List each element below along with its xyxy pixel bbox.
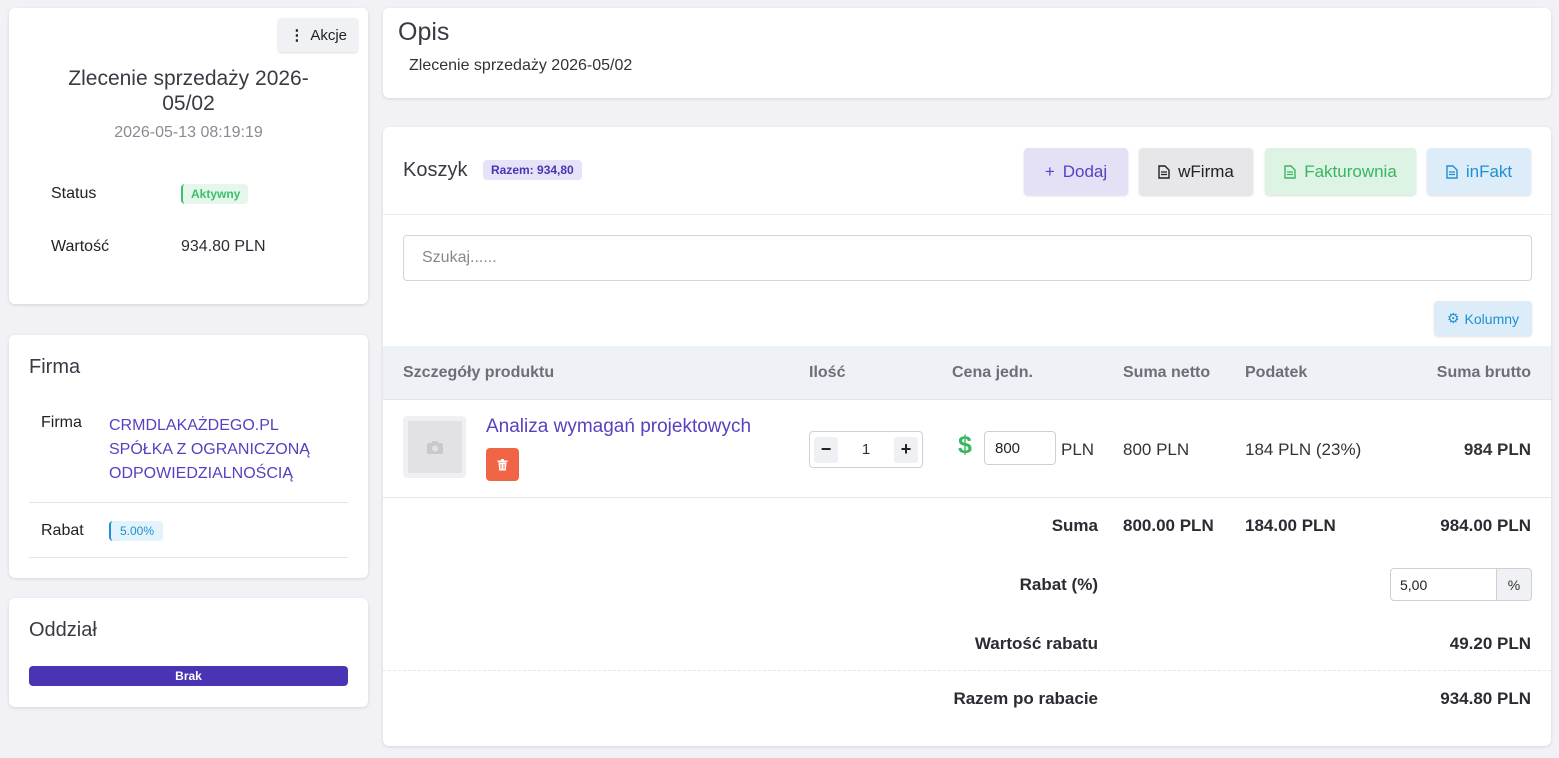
column-header-gross: Suma brutto — [1436, 364, 1531, 381]
discount-row: Rabat 5.00% — [29, 521, 348, 541]
item-net: 800 PLN — [1123, 440, 1190, 459]
value-row: Wartość 934.80 PLN — [51, 238, 266, 256]
fakturownia-button[interactable]: Fakturownia — [1265, 148, 1416, 195]
column-header-tax: Podatek — [1245, 364, 1308, 381]
discount-percent-input[interactable] — [1390, 568, 1497, 601]
infakt-button[interactable]: inFakt — [1427, 148, 1531, 195]
status-row: Status Aktywny — [51, 184, 249, 204]
total-after-discount-label: Razem po rabacie — [953, 689, 1098, 708]
add-button[interactable]: + Dodaj — [1024, 148, 1128, 195]
branch-value-bar: Brak — [29, 666, 348, 686]
unit-price-input[interactable] — [984, 431, 1056, 465]
order-date: 2026-05-13 08:19:19 — [114, 124, 263, 141]
company-label: Firma — [41, 414, 82, 431]
dollar-icon: $ — [958, 431, 972, 459]
discount-badge: 5.00% — [109, 521, 164, 541]
trash-icon — [497, 458, 508, 470]
product-name-link[interactable]: Analiza wymagań projektowych — [486, 416, 751, 438]
increment-button[interactable]: + — [894, 436, 918, 463]
company-link[interactable]: CRMDLAKAŻDEGO.PL SPÓŁKA Z OGRANICZONĄ OD… — [109, 414, 339, 486]
status-label: Status — [51, 185, 97, 202]
item-gross: 984 PLN — [1463, 440, 1531, 459]
discount-percent-label: Rabat (%) — [1019, 575, 1098, 594]
sum-gross: 984.00 PLN — [1440, 516, 1531, 535]
divider — [29, 557, 348, 558]
order-value: 934.80 PLN — [181, 238, 266, 255]
divider — [29, 502, 348, 503]
sum-tax: 184.00 PLN — [1245, 516, 1336, 535]
discount-amount-label: Wartość rabatu — [974, 634, 1098, 653]
cart-title: Koszyk — [403, 159, 468, 181]
company-row: Firma CRMDLAKAŻDEGO.PL SPÓŁKA Z OGRANICZ… — [29, 414, 348, 486]
search-input[interactable] — [403, 235, 1532, 281]
price-currency: PLN — [1061, 440, 1095, 459]
quantity-value: 1 — [861, 441, 871, 458]
column-header-unit-price: Cena jedn. — [952, 364, 1033, 381]
camera-icon — [426, 440, 443, 454]
divider — [383, 670, 1551, 671]
order-title: Zlecenie sprzedaży 2026-05/02 — [68, 67, 309, 115]
column-header-net: Suma netto — [1123, 364, 1211, 381]
description-text: Zlecenie sprzedaży 2026-05/02 — [409, 57, 633, 74]
fakturownia-label: Fakturownia — [1304, 161, 1397, 181]
more-vertical-icon: ⋮ — [289, 27, 305, 44]
description-title: Opis — [398, 18, 450, 46]
total-after-discount: 934.80 PLN — [1440, 689, 1531, 708]
divider — [383, 214, 1551, 215]
document-icon — [1446, 164, 1458, 179]
cart-card: Koszyk Razem: 934,80 + Dodaj wFirma Fakt… — [383, 127, 1551, 746]
item-tax: 184 PLN (23%) — [1245, 440, 1362, 459]
cart-total-badge: Razem: 934,80 — [483, 160, 582, 180]
column-header-product: Szczegóły produktu — [403, 364, 555, 381]
sum-net: 800.00 PLN — [1123, 516, 1214, 535]
table-header: Szczegóły produktu Ilość Cena jedn. Suma… — [383, 346, 1551, 400]
discount-amount: 49.20 PLN — [1449, 634, 1531, 653]
company-card: Firma Firma CRMDLAKAŻDEGO.PL SPÓŁKA Z OG… — [9, 335, 368, 578]
company-heading: Firma — [29, 356, 81, 378]
sum-label: Suma — [1051, 516, 1098, 535]
plus-icon: + — [1044, 161, 1055, 181]
table-row: Analiza wymagań projektowych − 1 + $ PLN… — [383, 400, 1551, 498]
infakt-label: inFakt — [1465, 161, 1513, 181]
discount-label: Rabat — [41, 522, 84, 539]
percent-suffix: % — [1497, 568, 1532, 601]
discount-input-group: % — [1390, 568, 1532, 601]
quantity-stepper: − 1 + — [809, 431, 923, 468]
order-card: ⋮ Akcje Zlecenie sprzedaży 2026-05/02 20… — [9, 8, 368, 304]
actions-label: Akcje — [310, 26, 347, 44]
description-card: Opis Zlecenie sprzedaży 2026-05/02 — [383, 8, 1551, 98]
status-badge: Aktywny — [181, 184, 249, 204]
add-label: Dodaj — [1062, 161, 1108, 181]
column-header-qty: Ilość — [809, 364, 846, 381]
delete-item-button[interactable] — [486, 448, 519, 481]
product-image-placeholder — [403, 416, 466, 478]
actions-button[interactable]: ⋮ Akcje — [278, 18, 358, 52]
columns-label: Kolumny — [1464, 310, 1520, 327]
gear-icon: ⚙ — [1446, 310, 1460, 326]
branch-heading: Oddział — [29, 619, 97, 641]
decrement-button[interactable]: − — [814, 436, 838, 463]
document-icon — [1284, 164, 1296, 179]
wfirma-button[interactable]: wFirma — [1139, 148, 1253, 195]
branch-card: Oddział Brak — [9, 598, 368, 707]
wfirma-label: wFirma — [1178, 161, 1234, 181]
columns-button[interactable]: ⚙ Kolumny — [1434, 301, 1532, 336]
value-label: Wartość — [51, 238, 110, 255]
document-icon — [1158, 164, 1170, 179]
